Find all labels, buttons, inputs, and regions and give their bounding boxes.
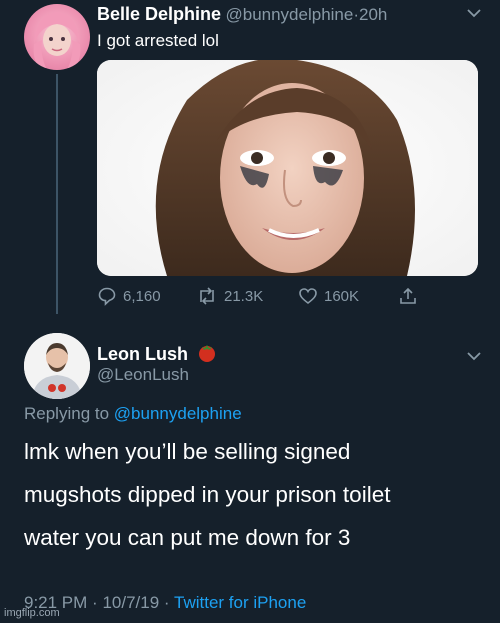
meta-dot: · bbox=[92, 593, 98, 612]
chevron-down-icon[interactable] bbox=[466, 6, 482, 24]
reply-button[interactable]: 6,160 bbox=[97, 286, 161, 306]
like-button[interactable]: 160K bbox=[298, 286, 359, 306]
tweet2-meta: 9:21 PM · 10/7/19 · Twitter for iPhone bbox=[24, 593, 306, 613]
photo-art bbox=[97, 60, 478, 276]
avatar-belle[interactable] bbox=[24, 4, 90, 70]
like-count: 160K bbox=[324, 287, 360, 305]
tomato-icon bbox=[196, 341, 218, 368]
avatar-leon[interactable] bbox=[24, 333, 90, 399]
reply-count: 6,160 bbox=[123, 287, 161, 305]
tweet1-text: I got arrested lol bbox=[97, 31, 219, 50]
share-button[interactable] bbox=[398, 286, 418, 306]
chevron-down-icon-2[interactable] bbox=[466, 349, 482, 367]
retweet-count: 21.3K bbox=[224, 287, 264, 305]
watermark: imgflip.com bbox=[4, 607, 60, 619]
meta-dot-2: · bbox=[163, 593, 170, 612]
like-icon bbox=[298, 286, 318, 306]
tweet2-line: lmk when you’ll be selling signed bbox=[24, 439, 351, 464]
tweet2-line: mugshots dipped in your prison toilet bbox=[24, 482, 391, 507]
tweet-source-link[interactable]: Twitter for iPhone bbox=[174, 593, 306, 612]
tweet-photo[interactable] bbox=[97, 60, 478, 276]
tweet2-body: lmk when you’ll be selling signed mugsho… bbox=[24, 430, 390, 559]
retweet-icon bbox=[196, 286, 218, 306]
thread-line bbox=[56, 74, 58, 314]
replying-prefix: Replying to bbox=[24, 404, 110, 423]
replying-handle-link[interactable]: @bunnydelphine bbox=[114, 404, 242, 423]
tweet1-header: Belle Delphine @bunnydelphine·20h bbox=[97, 4, 387, 25]
share-icon bbox=[398, 286, 418, 306]
reply-icon bbox=[97, 286, 117, 306]
tweet2-date[interactable]: 10/7/19 bbox=[102, 593, 159, 612]
author-name-leon[interactable]: Leon Lush bbox=[97, 344, 188, 365]
avatar-belle-art bbox=[33, 12, 81, 68]
author-handle-leon[interactable]: @LeonLush bbox=[97, 365, 189, 385]
author-handle[interactable]: @bunnydelphine bbox=[225, 5, 353, 24]
tweet2-line: water you can put me down for 3 bbox=[24, 525, 351, 550]
tweet-time[interactable]: 20h bbox=[359, 5, 387, 24]
author-name[interactable]: Belle Delphine bbox=[97, 4, 221, 24]
tweet2-header: Leon Lush bbox=[97, 341, 218, 368]
replying-to: Replying to @bunnydelphine bbox=[24, 404, 242, 424]
avatar-leon-art bbox=[24, 333, 90, 399]
retweet-button[interactable]: 21.3K bbox=[196, 286, 263, 306]
